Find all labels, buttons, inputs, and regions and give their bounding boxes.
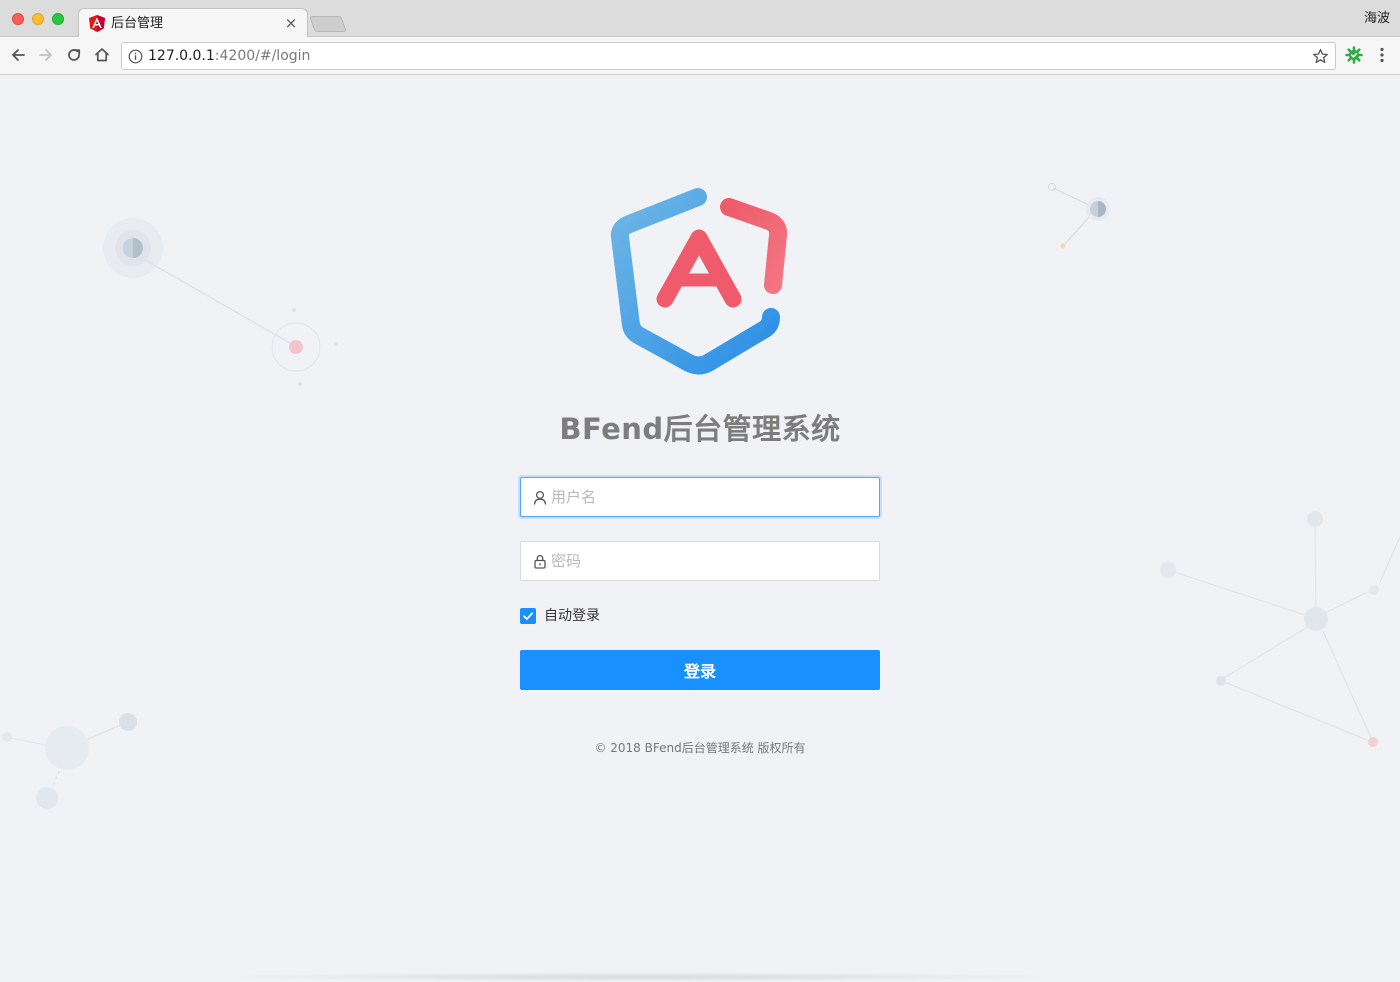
checkmark-icon <box>523 612 534 620</box>
url-path: :4200/#/login <box>214 48 311 64</box>
reload-icon[interactable] <box>64 45 84 65</box>
app-logo-icon <box>610 188 788 375</box>
forward-icon[interactable] <box>36 45 56 65</box>
new-tab-button[interactable] <box>309 16 347 32</box>
copyright-text: © 2018 BFend后台管理系统 版权所有 <box>594 741 806 755</box>
browser-chrome: 后台管理 × 海波 127.0.0.1:4200/#/login <box>0 0 1400 75</box>
info-icon[interactable] <box>128 49 143 64</box>
username-input[interactable] <box>551 478 871 516</box>
password-field[interactable] <box>520 541 880 581</box>
lock-icon <box>534 554 546 569</box>
window-minimize-button[interactable] <box>32 13 44 25</box>
login-button[interactable]: 登录 <box>520 650 880 690</box>
star-icon[interactable] <box>1312 48 1329 65</box>
profile-name[interactable]: 海波 <box>1364 11 1390 27</box>
tab-strip: 后台管理 × 海波 <box>0 0 1400 38</box>
auto-login-checkbox[interactable] <box>520 608 536 624</box>
browser-tab-active[interactable]: 后台管理 × <box>78 8 308 38</box>
app-title: BFend后台管理系统 <box>559 412 841 446</box>
extension-icon[interactable] <box>1345 46 1363 64</box>
password-input[interactable] <box>551 542 871 580</box>
home-icon[interactable] <box>92 45 112 65</box>
username-field[interactable] <box>520 477 880 517</box>
window-bottom-shadow <box>200 972 1080 982</box>
tab-close-icon[interactable]: × <box>284 14 298 32</box>
angular-icon <box>89 15 105 32</box>
window-maximize-button[interactable] <box>52 13 64 25</box>
browser-toolbar: 127.0.0.1:4200/#/login <box>0 37 1400 75</box>
address-bar[interactable]: 127.0.0.1:4200/#/login <box>121 42 1336 70</box>
auto-login-label[interactable]: 自动登录 <box>544 608 600 625</box>
back-icon[interactable] <box>8 45 28 65</box>
window-close-button[interactable] <box>12 13 24 25</box>
user-icon <box>533 490 547 505</box>
menu-icon[interactable] <box>1374 46 1390 64</box>
login-page: BFend后台管理系统 自动登录 登录 © 2018 BFend后台管理系统 版… <box>0 75 1400 982</box>
tab-title: 后台管理 <box>111 16 164 31</box>
url-text[interactable]: 127.0.0.1:4200/#/login <box>148 48 310 65</box>
url-host: 127.0.0.1 <box>148 48 215 64</box>
